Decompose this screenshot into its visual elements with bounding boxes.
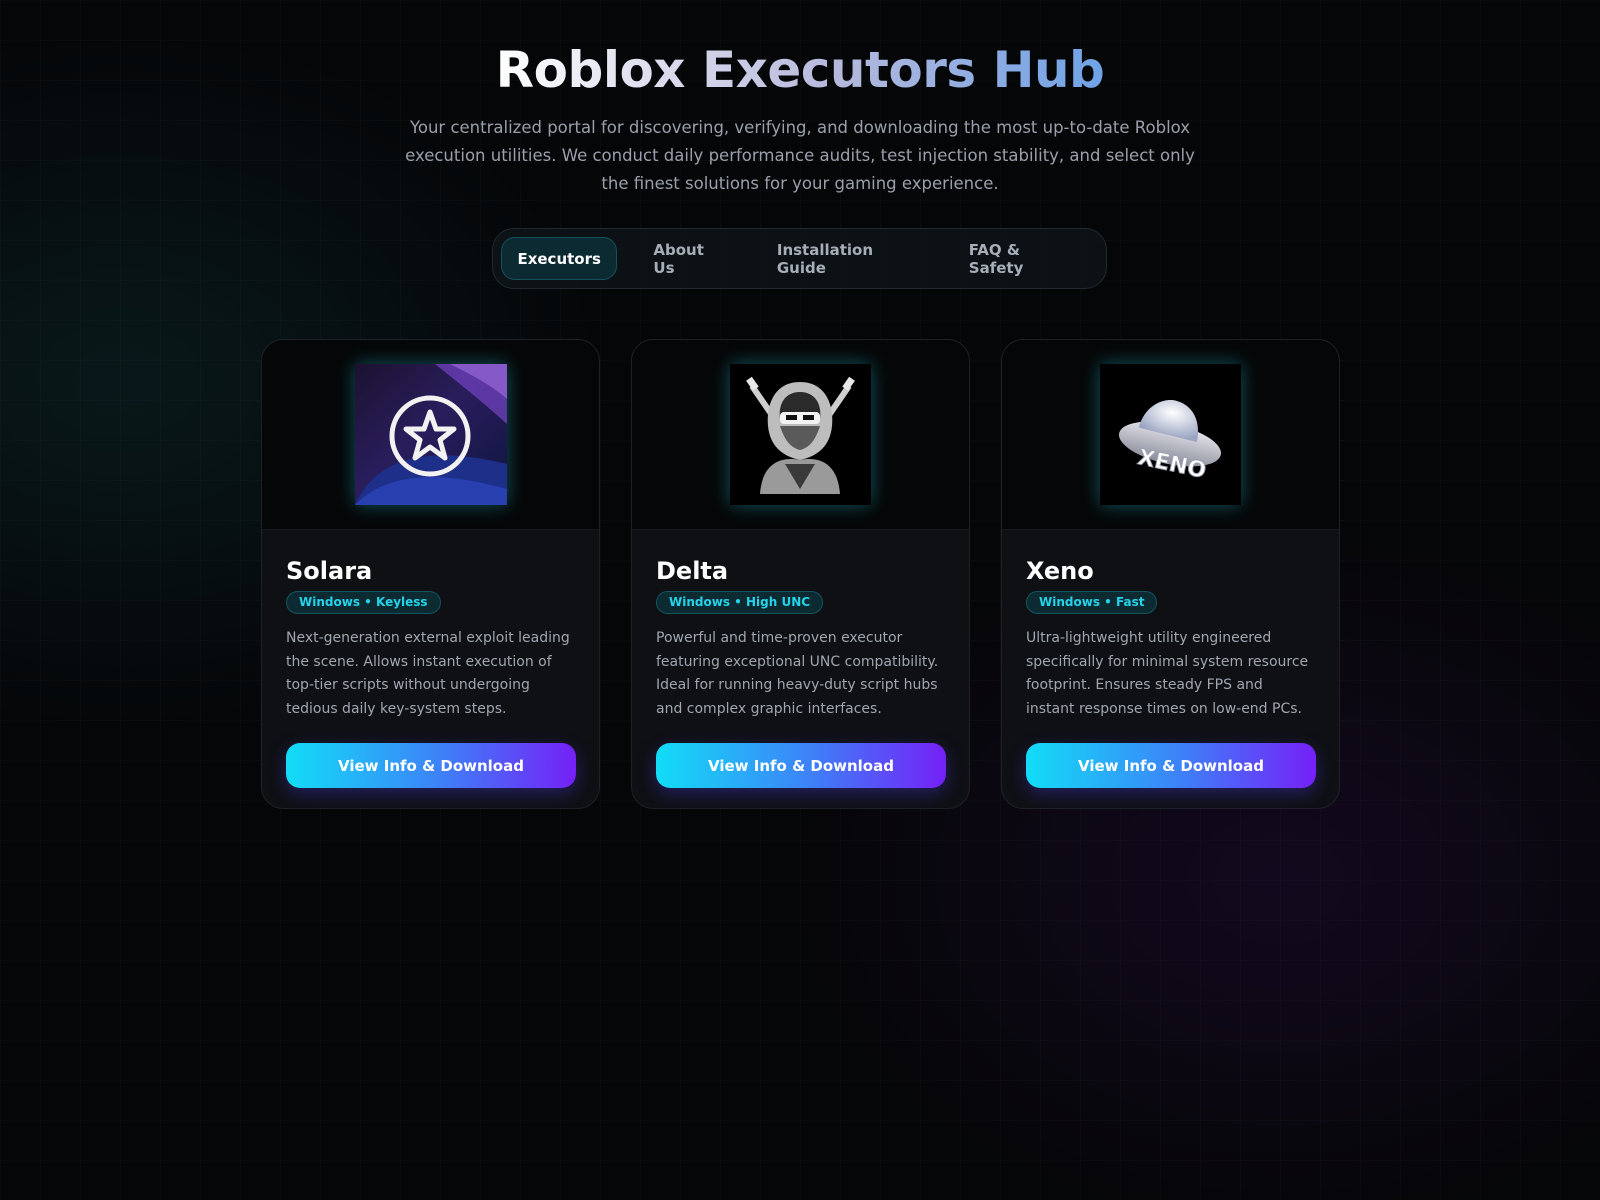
view-info-download-button[interactable]: View Info & Download <box>286 743 576 788</box>
tab-faq-safety[interactable]: FAQ & Safety <box>943 237 1098 280</box>
star-circle-icon <box>354 364 507 505</box>
platform-badge: Windows • Fast <box>1026 591 1158 614</box>
view-info-download-button[interactable]: View Info & Download <box>1026 743 1316 788</box>
tab-installation-guide[interactable]: Installation Guide <box>751 237 943 280</box>
platform-badge: Windows • High UNC <box>656 591 824 614</box>
executor-card-xeno: XENO Xeno Windows • Fast Ultra-lightweig… <box>1001 339 1340 809</box>
card-title: Solara <box>286 557 373 585</box>
page-subtitle: Your centralized portal for discovering,… <box>405 118 1195 193</box>
executor-card-solara: Solara Windows • Keyless Next-generation… <box>261 339 600 809</box>
executor-card-delta: Delta Windows • High UNC Powerful and ti… <box>631 339 970 809</box>
tab-executors[interactable]: Executors <box>501 237 618 280</box>
main-nav: Executors About Us Installation Guide FA… <box>492 228 1107 289</box>
card-description: Powerful and time-proven executor featur… <box>656 630 939 717</box>
platform-badge: Windows • Keyless <box>286 591 441 614</box>
card-description: Next-generation external exploit leading… <box>286 630 570 717</box>
tab-about-us[interactable]: About Us <box>627 237 750 280</box>
card-title: Delta <box>656 557 729 585</box>
view-info-download-button[interactable]: View Info & Download <box>656 743 946 788</box>
page-title: Roblox Executors Hub <box>495 41 1105 99</box>
card-media: XENO <box>1002 340 1339 530</box>
card-title: Xeno <box>1026 557 1094 585</box>
card-description: Ultra-lightweight utility engineered spe… <box>1026 630 1309 717</box>
card-media <box>632 340 969 530</box>
card-media <box>262 340 599 530</box>
executor-card-grid: Solara Windows • Keyless Next-generation… <box>261 339 1341 809</box>
ufo-icon: XENO <box>1100 364 1241 505</box>
ninja-icon <box>730 364 871 505</box>
